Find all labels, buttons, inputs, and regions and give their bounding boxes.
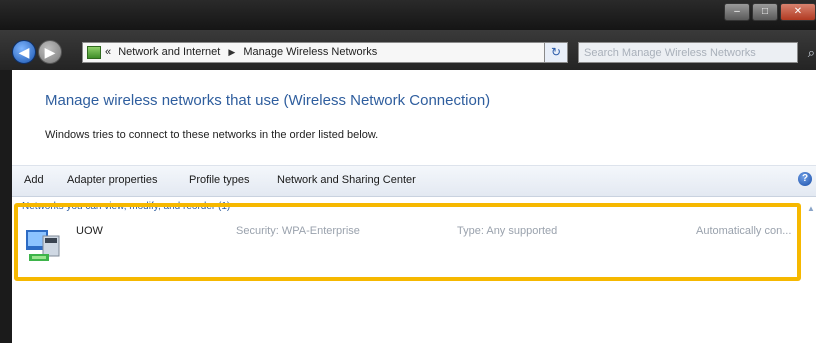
search-input[interactable] xyxy=(579,43,764,63)
command-toolbar: Add Adapter properties Profile types Net… xyxy=(12,165,816,197)
refresh-button[interactable]: ↻ xyxy=(544,42,568,63)
wireless-network-icon xyxy=(26,230,60,261)
breadcrumb: « ▶ Network and Internet ▶ Manage Wirele… xyxy=(105,46,377,58)
collapse-group-icon[interactable]: ▲ xyxy=(807,204,815,213)
breadcrumb-network-and-internet[interactable]: Network and Internet xyxy=(114,46,220,58)
list-item[interactable]: UOW Security: WPA-Enterprise Type: Any s… xyxy=(18,216,798,274)
network-security: Security: WPA-Enterprise xyxy=(236,225,360,237)
minimize-button[interactable]: – xyxy=(724,3,750,21)
title-bar: – □ ✕ xyxy=(0,0,816,30)
main-content: Manage wireless networks that use (Wirel… xyxy=(12,70,816,343)
control-panel-icon xyxy=(87,46,101,59)
back-arrow-icon: ◀ xyxy=(18,44,30,60)
breadcrumb-separator-icon[interactable]: ▶ xyxy=(223,47,240,57)
breadcrumb-overflow[interactable]: « xyxy=(105,46,111,58)
search-icon[interactable]: ⌕ xyxy=(808,45,815,61)
page-title: Manage wireless networks that use (Wirel… xyxy=(45,92,491,109)
network-connection-mode: Automatically con... xyxy=(696,225,792,237)
networks-group-header[interactable]: Networks you can view, modify, and reord… xyxy=(22,201,230,212)
page-description: Windows tries to connect to these networ… xyxy=(45,129,379,141)
search-box[interactable]: ⌕ xyxy=(578,42,815,63)
add-button[interactable]: Add xyxy=(24,174,44,186)
window-controls: – □ ✕ xyxy=(724,3,816,21)
back-button[interactable]: ◀ xyxy=(12,40,36,64)
forward-arrow-icon: ▶ xyxy=(44,44,56,60)
forward-button[interactable]: ▶ xyxy=(38,40,62,64)
network-name: UOW xyxy=(76,225,103,237)
window-left-edge xyxy=(0,70,12,343)
network-type: Type: Any supported xyxy=(457,225,558,237)
network-and-sharing-center-button[interactable]: Network and Sharing Center xyxy=(277,174,416,186)
help-icon[interactable]: ? xyxy=(798,172,812,186)
maximize-button[interactable]: □ xyxy=(752,3,778,21)
profile-types-button[interactable]: Profile types xyxy=(189,174,250,186)
address-field[interactable]: « ▶ Network and Internet ▶ Manage Wirele… xyxy=(82,42,568,63)
adapter-properties-button[interactable]: Adapter properties xyxy=(67,174,158,186)
breadcrumb-manage-wireless-networks[interactable]: Manage Wireless Networks xyxy=(243,46,377,58)
close-button[interactable]: ✕ xyxy=(780,3,816,21)
